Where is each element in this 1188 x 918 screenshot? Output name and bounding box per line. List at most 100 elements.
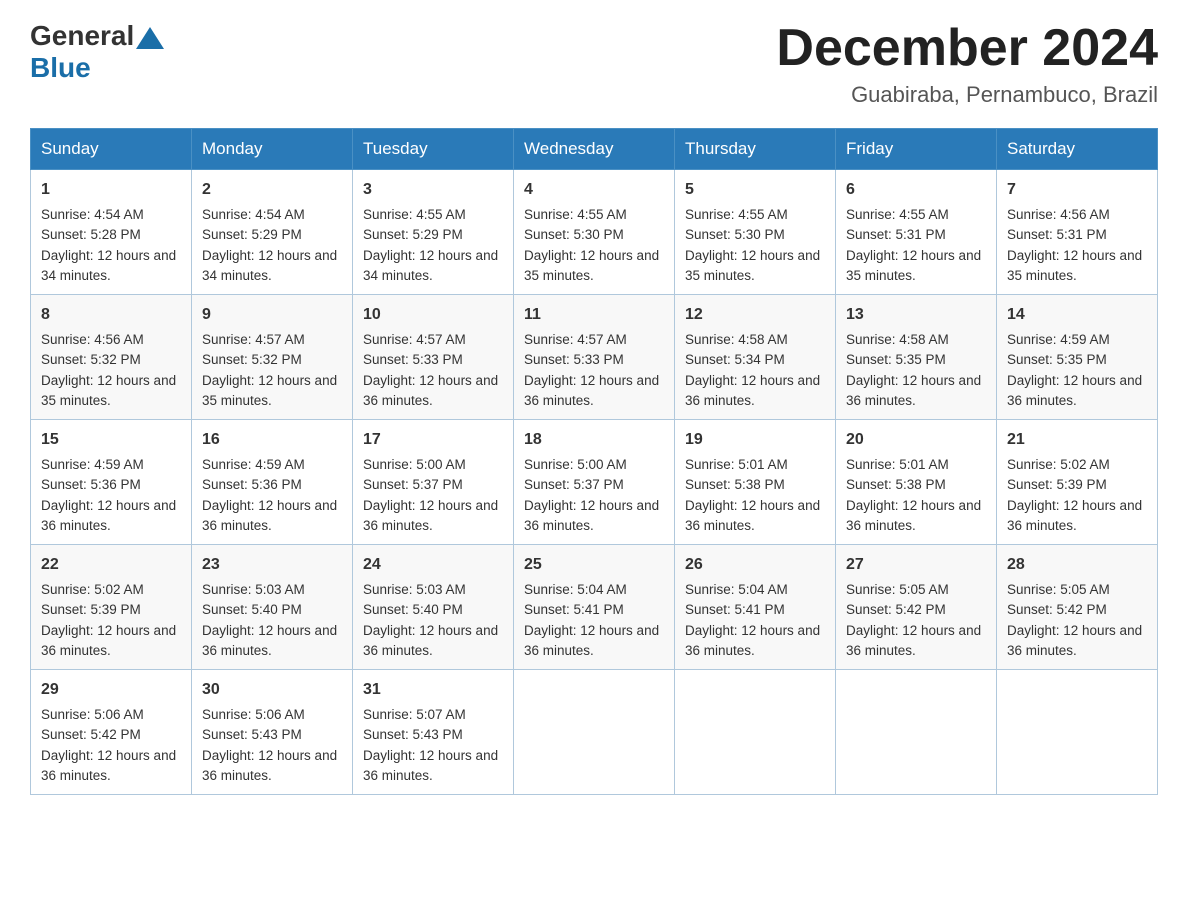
calendar-day-cell: 31 Sunrise: 5:07 AM Sunset: 5:43 PM Dayl… (353, 670, 514, 795)
daylight-label: Daylight: 12 hours and 36 minutes. (685, 373, 820, 408)
calendar-day-cell: 26 Sunrise: 5:04 AM Sunset: 5:41 PM Dayl… (675, 545, 836, 670)
day-number: 23 (202, 553, 342, 577)
sunset-label: Sunset: 5:40 PM (363, 602, 463, 617)
calendar-day-cell: 25 Sunrise: 5:04 AM Sunset: 5:41 PM Dayl… (514, 545, 675, 670)
day-number: 20 (846, 428, 986, 452)
day-number: 1 (41, 178, 181, 202)
day-number: 6 (846, 178, 986, 202)
sunrise-label: Sunrise: 4:57 AM (202, 332, 305, 347)
calendar-day-cell: 29 Sunrise: 5:06 AM Sunset: 5:42 PM Dayl… (31, 670, 192, 795)
day-number: 4 (524, 178, 664, 202)
sunset-label: Sunset: 5:30 PM (685, 227, 785, 242)
sunrise-label: Sunrise: 5:05 AM (1007, 582, 1110, 597)
calendar-day-cell: 13 Sunrise: 4:58 AM Sunset: 5:35 PM Dayl… (836, 295, 997, 420)
daylight-label: Daylight: 12 hours and 36 minutes. (685, 498, 820, 533)
sunrise-label: Sunrise: 5:01 AM (846, 457, 949, 472)
sunset-label: Sunset: 5:32 PM (202, 352, 302, 367)
logo-blue-text: Blue (30, 52, 91, 84)
sunrise-label: Sunrise: 4:55 AM (685, 207, 788, 222)
sunset-label: Sunset: 5:36 PM (41, 477, 141, 492)
sunset-label: Sunset: 5:35 PM (846, 352, 946, 367)
calendar-week-row: 29 Sunrise: 5:06 AM Sunset: 5:42 PM Dayl… (31, 670, 1158, 795)
sunset-label: Sunset: 5:43 PM (202, 727, 302, 742)
daylight-label: Daylight: 12 hours and 35 minutes. (202, 373, 337, 408)
daylight-label: Daylight: 12 hours and 36 minutes. (202, 623, 337, 658)
sunrise-label: Sunrise: 5:07 AM (363, 707, 466, 722)
calendar-day-cell: 4 Sunrise: 4:55 AM Sunset: 5:30 PM Dayli… (514, 170, 675, 295)
day-number: 18 (524, 428, 664, 452)
logo-text: General (30, 20, 166, 52)
daylight-label: Daylight: 12 hours and 34 minutes. (202, 248, 337, 283)
daylight-label: Daylight: 12 hours and 36 minutes. (846, 373, 981, 408)
page-header: General Blue December 2024 Guabiraba, Pe… (30, 20, 1158, 108)
sunrise-label: Sunrise: 4:58 AM (846, 332, 949, 347)
daylight-label: Daylight: 12 hours and 36 minutes. (41, 748, 176, 783)
logo-general-text: General (30, 20, 134, 52)
sunrise-label: Sunrise: 5:02 AM (41, 582, 144, 597)
day-number: 30 (202, 678, 342, 702)
sunrise-label: Sunrise: 4:57 AM (524, 332, 627, 347)
calendar-day-cell: 14 Sunrise: 4:59 AM Sunset: 5:35 PM Dayl… (997, 295, 1158, 420)
daylight-label: Daylight: 12 hours and 36 minutes. (363, 373, 498, 408)
sunset-label: Sunset: 5:36 PM (202, 477, 302, 492)
sunrise-label: Sunrise: 5:03 AM (363, 582, 466, 597)
sunrise-label: Sunrise: 5:04 AM (524, 582, 627, 597)
calendar-day-cell: 3 Sunrise: 4:55 AM Sunset: 5:29 PM Dayli… (353, 170, 514, 295)
sunrise-label: Sunrise: 4:55 AM (846, 207, 949, 222)
sunrise-label: Sunrise: 5:02 AM (1007, 457, 1110, 472)
day-number: 12 (685, 303, 825, 327)
day-number: 26 (685, 553, 825, 577)
sunrise-label: Sunrise: 4:56 AM (41, 332, 144, 347)
sunset-label: Sunset: 5:39 PM (1007, 477, 1107, 492)
day-number: 14 (1007, 303, 1147, 327)
daylight-label: Daylight: 12 hours and 36 minutes. (1007, 623, 1142, 658)
calendar-week-row: 1 Sunrise: 4:54 AM Sunset: 5:28 PM Dayli… (31, 170, 1158, 295)
sunrise-label: Sunrise: 5:00 AM (363, 457, 466, 472)
daylight-label: Daylight: 12 hours and 35 minutes. (524, 248, 659, 283)
calendar-header-row: Sunday Monday Tuesday Wednesday Thursday… (31, 129, 1158, 170)
calendar-day-cell (675, 670, 836, 795)
calendar-day-cell: 16 Sunrise: 4:59 AM Sunset: 5:36 PM Dayl… (192, 420, 353, 545)
sunrise-label: Sunrise: 4:57 AM (363, 332, 466, 347)
day-number: 11 (524, 303, 664, 327)
sunrise-label: Sunrise: 5:01 AM (685, 457, 788, 472)
calendar-day-cell: 20 Sunrise: 5:01 AM Sunset: 5:38 PM Dayl… (836, 420, 997, 545)
daylight-label: Daylight: 12 hours and 36 minutes. (1007, 373, 1142, 408)
sunrise-label: Sunrise: 4:55 AM (363, 207, 466, 222)
calendar-week-row: 8 Sunrise: 4:56 AM Sunset: 5:32 PM Dayli… (31, 295, 1158, 420)
calendar-day-cell: 1 Sunrise: 4:54 AM Sunset: 5:28 PM Dayli… (31, 170, 192, 295)
daylight-label: Daylight: 12 hours and 36 minutes. (846, 498, 981, 533)
sunset-label: Sunset: 5:30 PM (524, 227, 624, 242)
sunset-label: Sunset: 5:34 PM (685, 352, 785, 367)
daylight-label: Daylight: 12 hours and 36 minutes. (363, 748, 498, 783)
daylight-label: Daylight: 12 hours and 36 minutes. (41, 498, 176, 533)
sunrise-label: Sunrise: 5:00 AM (524, 457, 627, 472)
day-number: 28 (1007, 553, 1147, 577)
sunset-label: Sunset: 5:29 PM (202, 227, 302, 242)
calendar-day-cell: 28 Sunrise: 5:05 AM Sunset: 5:42 PM Dayl… (997, 545, 1158, 670)
daylight-label: Daylight: 12 hours and 36 minutes. (846, 623, 981, 658)
daylight-label: Daylight: 12 hours and 36 minutes. (363, 623, 498, 658)
day-number: 29 (41, 678, 181, 702)
calendar-day-cell: 10 Sunrise: 4:57 AM Sunset: 5:33 PM Dayl… (353, 295, 514, 420)
sunrise-label: Sunrise: 5:04 AM (685, 582, 788, 597)
location-text: Guabiraba, Pernambuco, Brazil (776, 82, 1158, 108)
sunset-label: Sunset: 5:41 PM (685, 602, 785, 617)
sunrise-label: Sunrise: 5:05 AM (846, 582, 949, 597)
col-sunday: Sunday (31, 129, 192, 170)
daylight-label: Daylight: 12 hours and 35 minutes. (1007, 248, 1142, 283)
calendar-day-cell: 2 Sunrise: 4:54 AM Sunset: 5:29 PM Dayli… (192, 170, 353, 295)
sunset-label: Sunset: 5:42 PM (1007, 602, 1107, 617)
sunrise-label: Sunrise: 4:58 AM (685, 332, 788, 347)
daylight-label: Daylight: 12 hours and 36 minutes. (1007, 498, 1142, 533)
month-title: December 2024 (776, 20, 1158, 77)
sunrise-label: Sunrise: 4:59 AM (1007, 332, 1110, 347)
sunset-label: Sunset: 5:32 PM (41, 352, 141, 367)
calendar-table: Sunday Monday Tuesday Wednesday Thursday… (30, 128, 1158, 795)
day-number: 2 (202, 178, 342, 202)
sunset-label: Sunset: 5:39 PM (41, 602, 141, 617)
calendar-day-cell: 5 Sunrise: 4:55 AM Sunset: 5:30 PM Dayli… (675, 170, 836, 295)
day-number: 8 (41, 303, 181, 327)
sunset-label: Sunset: 5:38 PM (846, 477, 946, 492)
sunset-label: Sunset: 5:40 PM (202, 602, 302, 617)
